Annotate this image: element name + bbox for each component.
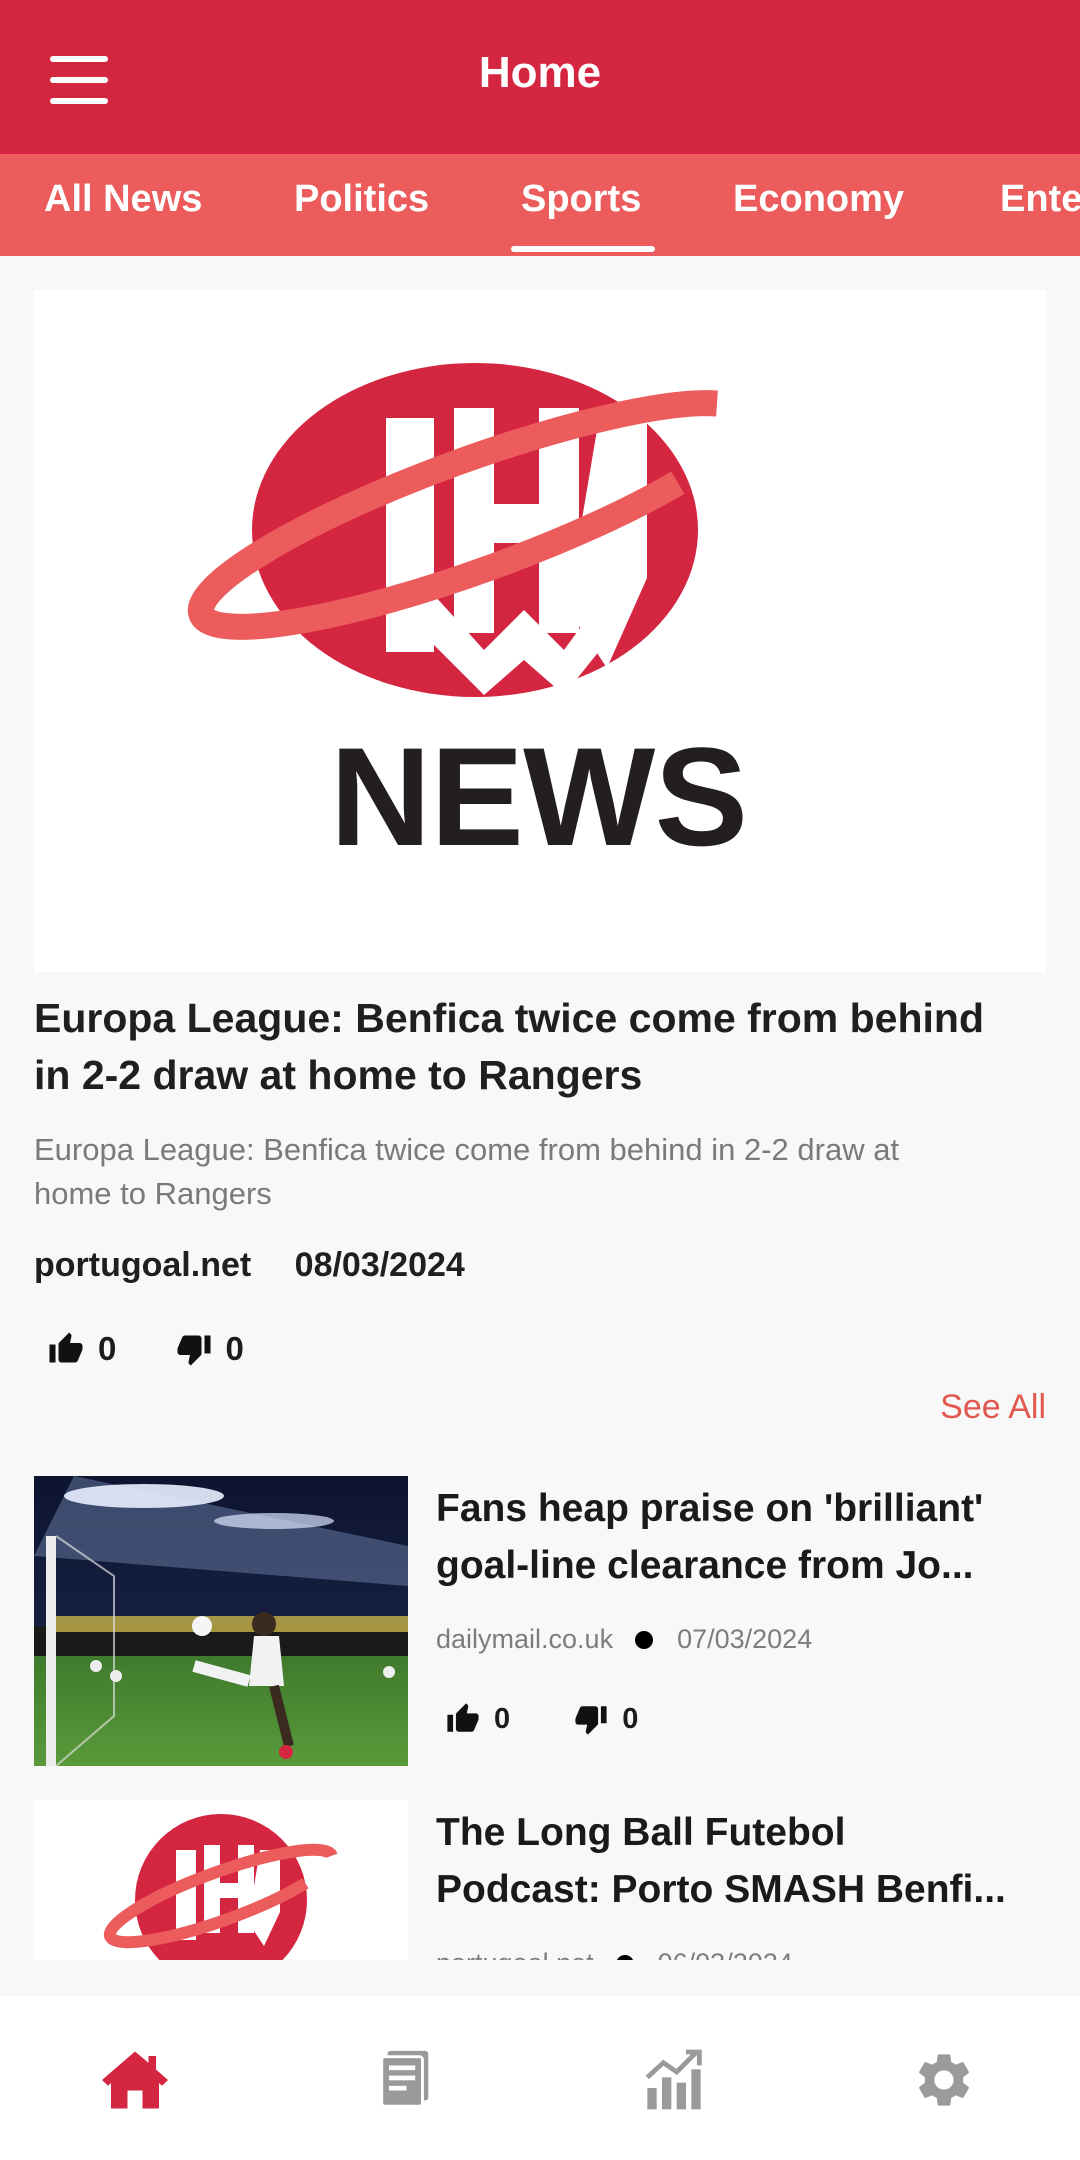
tab-all-news[interactable]: All News bbox=[44, 178, 202, 221]
list-item[interactable]: The Long Ball Futebol Podcast: Porto SMA… bbox=[34, 1800, 1054, 1960]
category-tabs: All News Politics Sports Economy Ente bbox=[0, 154, 1080, 256]
article-meta: dailymail.co.uk 07/03/2024 bbox=[436, 1624, 812, 1655]
featured-article-image[interactable]: NEWS bbox=[34, 290, 1046, 972]
list-item[interactable]: Fans heap praise on 'brilliant' goal-lin… bbox=[34, 1476, 1054, 1766]
featured-article-title[interactable]: Europa League: Benfica twice come from b… bbox=[34, 990, 1054, 1104]
dislike-count: 0 bbox=[225, 1330, 244, 1367]
article-votes: 0 0 bbox=[446, 1702, 694, 1744]
tab-sports[interactable]: Sports bbox=[521, 178, 641, 221]
see-all-link[interactable]: See All bbox=[940, 1388, 1046, 1427]
thumbs-up-icon bbox=[447, 1703, 479, 1732]
like-button[interactable]: 0 bbox=[446, 1702, 510, 1736]
bottom-navigation bbox=[0, 1996, 1080, 2160]
settings-gear-icon[interactable] bbox=[904, 2040, 984, 2120]
svg-text:NEWS: NEWS bbox=[330, 718, 770, 875]
like-button[interactable]: 0 bbox=[48, 1330, 116, 1368]
thumbs-down-icon bbox=[177, 1335, 211, 1366]
featured-article-description: Europa League: Benfica twice come from b… bbox=[34, 1132, 900, 1211]
article-date: 08/03/2024 bbox=[294, 1246, 465, 1284]
article-thumbnail bbox=[34, 1800, 408, 1960]
thumbs-up-icon bbox=[49, 1332, 83, 1363]
separator-dot bbox=[635, 1630, 654, 1649]
article-title[interactable]: Fans heap praise on 'brilliant' goal-lin… bbox=[436, 1480, 1056, 1594]
separator-dot bbox=[615, 1954, 634, 1960]
chart-icon[interactable] bbox=[634, 2040, 714, 2120]
home-icon[interactable] bbox=[95, 2040, 175, 2120]
page-title: Home bbox=[478, 48, 602, 97]
news-icon[interactable] bbox=[365, 2040, 445, 2120]
selected-tab-indicator bbox=[511, 246, 655, 252]
article-source: portugoal.net bbox=[436, 1948, 594, 1960]
featured-article-meta: portugoal.net 08/03/2024 bbox=[34, 1246, 465, 1285]
article-date: 07/03/2024 bbox=[677, 1624, 813, 1654]
tab-economy[interactable]: Economy bbox=[733, 178, 904, 221]
article-meta: portugoal.net 06/03/2024 bbox=[436, 1948, 793, 1960]
news-logo: NEWS bbox=[187, 363, 770, 875]
app-bar: Home bbox=[0, 0, 1080, 154]
like-count: 0 bbox=[98, 1330, 117, 1367]
featured-article-votes: 0 0 bbox=[48, 1330, 294, 1375]
dislike-button[interactable]: 0 bbox=[574, 1702, 638, 1736]
dislike-count: 0 bbox=[622, 1702, 639, 1735]
list-clip: The Long Ball Futebol Podcast: Porto SMA… bbox=[0, 1800, 1080, 1960]
tab-politics[interactable]: Politics bbox=[294, 178, 429, 221]
article-date: 06/03/2024 bbox=[658, 1948, 793, 1960]
like-count: 0 bbox=[494, 1702, 511, 1735]
article-thumbnail bbox=[34, 1476, 408, 1766]
article-title[interactable]: The Long Ball Futebol Podcast: Porto SMA… bbox=[436, 1804, 1056, 1918]
thumbs-down-icon bbox=[575, 1706, 607, 1735]
tab-entertainment[interactable]: Ente bbox=[1000, 178, 1080, 221]
article-source: portugoal.net bbox=[34, 1246, 252, 1284]
dislike-button[interactable]: 0 bbox=[176, 1330, 244, 1368]
article-source: dailymail.co.uk bbox=[436, 1624, 614, 1654]
